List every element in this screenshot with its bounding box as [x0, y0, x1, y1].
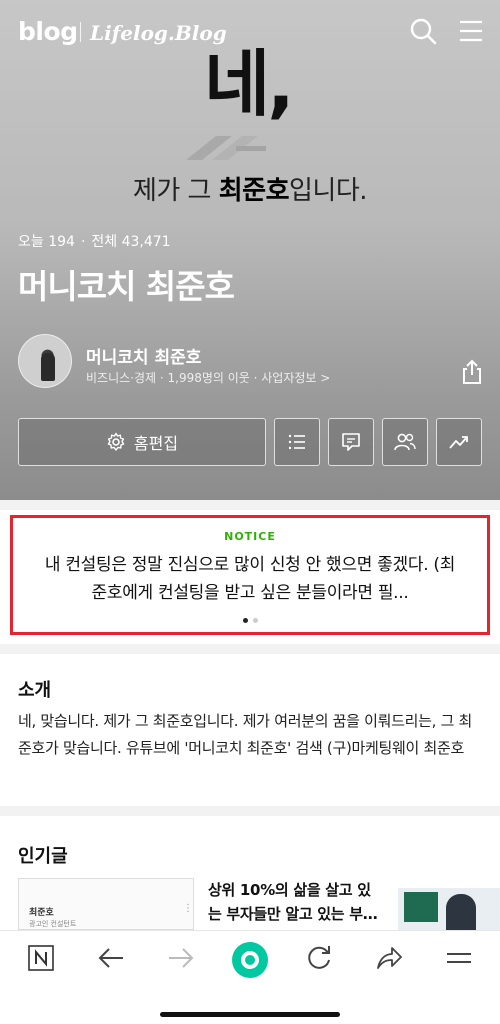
comment-icon [342, 433, 360, 451]
neighbors-button[interactable] [382, 418, 428, 466]
blog-hero-banner: blog Lifelog.Blog 네, 제가 그 최준호입니다. 오늘 194… [0, 0, 500, 500]
browser-bottom-bar [0, 930, 500, 1024]
list-button[interactable] [274, 418, 320, 466]
notice-tag: NOTICE [224, 530, 276, 543]
popular-heading: 인기글 [18, 846, 68, 867]
logo-divider [80, 22, 81, 42]
owner-name[interactable]: 머니코치 최준호 [86, 343, 201, 368]
intro-text: 네, 맞습니다. 제가 그 최준호입니다. 제가 여러분의 꿈을 이뤄드리는, … [18, 712, 473, 757]
share-arrow-icon[interactable] [374, 943, 404, 973]
list-icon [288, 434, 305, 450]
popular-post-thumbnail[interactable]: 최준호 광고인 컨설턴트 ⋮ [18, 878, 194, 930]
home-edit-button[interactable]: 홈편집 [18, 418, 266, 466]
blog-title: 머니코치 최준호 [18, 267, 235, 306]
visitor-stats: 오늘 194 · 전체 43,471 [18, 234, 171, 250]
pagination-dot[interactable] [252, 618, 258, 623]
n-home-icon[interactable] [26, 943, 56, 973]
comment-button[interactable] [328, 418, 374, 466]
hero-headline: 네, [204, 42, 295, 126]
search-icon[interactable] [408, 16, 438, 46]
thumbnail-sub: 광고인 컨설턴트 [29, 920, 77, 928]
home-indicator [160, 1012, 340, 1017]
notice-pagination [13, 618, 487, 623]
menu-icon[interactable] [456, 16, 486, 46]
avatar[interactable] [18, 334, 72, 388]
popular-post-title[interactable]: 상위 10%의 삶을 살고 있는 부자들만 알고 있는 부… [208, 878, 378, 926]
refresh-icon[interactable] [304, 943, 334, 973]
total-count: 전체 43,471 [91, 234, 171, 250]
stats-button[interactable] [436, 418, 482, 466]
gear-icon [107, 432, 125, 451]
neighbors-icon [394, 433, 416, 451]
today-count: 오늘 194 [18, 234, 75, 250]
thumbnail-name: 최준호 [29, 908, 54, 918]
notice-text[interactable]: 내 컨설팅은 정말 진심으로 많이 신청 안 했으면 좋겠다. (최준호에게 컨… [43, 551, 457, 607]
stats-icon [449, 436, 468, 449]
hero-decoration-mark [186, 136, 266, 160]
intro-heading: 소개 [18, 680, 52, 701]
back-arrow-icon[interactable] [96, 943, 126, 973]
section-divider [0, 644, 500, 654]
popular-post-thumbnail[interactable] [398, 878, 500, 930]
action-buttons: 홈편집 [18, 418, 482, 466]
owner-meta[interactable]: 비즈니스·경제 · 1,998명의 이웃 · 사업자정보 > [86, 369, 330, 386]
notice-card[interactable]: NOTICE 내 컨설팅은 정말 진심으로 많이 신청 안 했으면 좋겠다. (… [10, 515, 490, 635]
share-icon[interactable] [458, 358, 486, 386]
section-divider [0, 500, 500, 510]
hero-tagline: 제가 그 최준호입니다. [132, 176, 368, 206]
hamburger-icon[interactable] [444, 943, 474, 973]
blog-logo[interactable]: blog [18, 17, 78, 46]
forward-arrow-icon[interactable] [166, 943, 196, 973]
pagination-dot-active[interactable] [242, 618, 248, 623]
green-dot-icon[interactable] [231, 941, 269, 979]
kebab-icon: ⋮ [183, 903, 193, 914]
home-edit-label: 홈편집 [133, 434, 179, 453]
section-divider [0, 806, 500, 816]
